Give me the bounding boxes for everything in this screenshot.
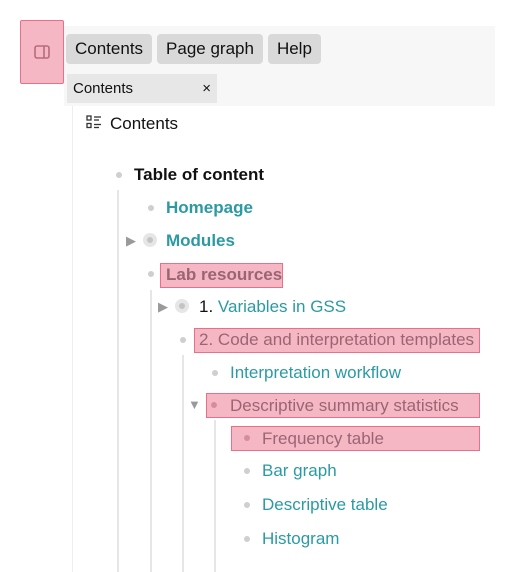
tree-item-variables[interactable]: 1. Variables in GSS (199, 297, 346, 317)
tree-item-modules[interactable]: Modules (166, 231, 235, 251)
caret-right-icon[interactable]: ▶ (126, 234, 136, 247)
collapsed-bullet[interactable] (175, 299, 189, 313)
tab-bar: Contents Page graph Help (66, 34, 321, 64)
tree-item-descriptive-summary[interactable]: Descriptive summary statistics (230, 396, 459, 416)
bullet (212, 370, 218, 376)
list-outline-icon (86, 114, 102, 134)
tree-item-bar-graph[interactable]: Bar graph (262, 461, 337, 481)
bullet (116, 172, 122, 178)
panel-icon (34, 45, 50, 59)
panel-tab-label: Contents (73, 80, 134, 97)
item-number: 2. (199, 330, 214, 349)
tree-item-interpretation-workflow[interactable]: Interpretation workflow (230, 363, 401, 383)
item-label: Code and interpretation templates (217, 330, 475, 349)
tab-help[interactable]: Help (267, 34, 321, 64)
bullet (211, 402, 217, 408)
panel-border (72, 106, 73, 572)
tree-guide (214, 420, 216, 572)
bullet (148, 205, 154, 211)
bullet (244, 468, 250, 474)
caret-right-icon[interactable]: ▶ (158, 300, 168, 313)
tree-item-descriptive-table[interactable]: Descriptive table (262, 495, 388, 515)
tree-item-root[interactable]: Table of content (134, 165, 264, 185)
contents-panel-tab[interactable]: Contents × (67, 74, 217, 103)
tree-guide (182, 355, 184, 572)
item-number: 1. (199, 297, 214, 316)
bullet (244, 502, 250, 508)
tree-item-code-templates[interactable]: 2. Code and interpretation templates (199, 330, 474, 350)
tree-item-homepage[interactable]: Homepage (166, 198, 253, 218)
caret-down-icon[interactable]: ▼ (188, 398, 201, 411)
bullet (180, 337, 186, 343)
tree-guide (150, 290, 152, 572)
outline-title: Contents (110, 114, 179, 133)
collapsed-bullet[interactable] (143, 233, 157, 247)
close-icon[interactable]: × (202, 80, 211, 97)
bullet (244, 435, 250, 441)
tab-page-graph[interactable]: Page graph (157, 34, 263, 64)
outline-header: Contents (86, 114, 178, 134)
bullet (148, 271, 154, 277)
item-label: Variables in GSS (217, 297, 347, 316)
tree-item-frequency-table[interactable]: Frequency table (262, 429, 384, 449)
tree-item-histogram[interactable]: Histogram (262, 529, 339, 549)
tree-guide (117, 190, 119, 572)
bullet (244, 536, 250, 542)
tree-item-lab-resources[interactable]: Lab resources (166, 265, 282, 285)
tab-contents[interactable]: Contents (66, 34, 153, 64)
sidebar-toggle-button[interactable] (20, 20, 64, 84)
